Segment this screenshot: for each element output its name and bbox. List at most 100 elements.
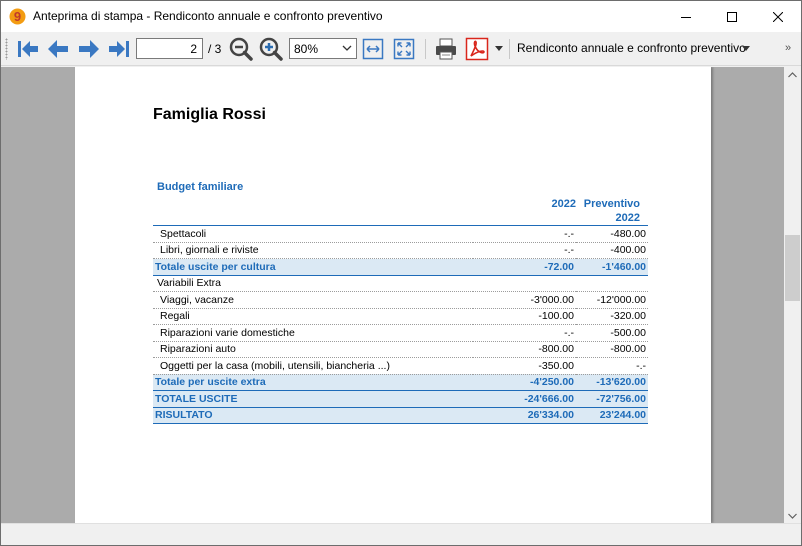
page-total-label: / 3 bbox=[208, 42, 222, 56]
first-page-icon bbox=[18, 41, 38, 57]
next-page-icon bbox=[79, 40, 99, 58]
previous-page-icon bbox=[48, 40, 68, 58]
fit-width-button[interactable] bbox=[360, 36, 386, 62]
toolbar-separator bbox=[425, 39, 426, 59]
toolbar-overflow-button[interactable]: » bbox=[785, 42, 791, 54]
row-description: Totale uscite per cultura bbox=[153, 258, 473, 276]
table-row: Viaggi, vacanze -3'000.00 -12'000.00 bbox=[153, 291, 648, 309]
row-value-budget: -1'460.00 bbox=[576, 258, 648, 276]
row-description: Riparazioni varie domestiche bbox=[153, 324, 473, 342]
zoom-in-icon bbox=[259, 37, 283, 61]
row-description: Viaggi, vacanze bbox=[153, 291, 473, 309]
maximize-button[interactable] bbox=[709, 1, 755, 32]
row-value-budget: 23'244.00 bbox=[576, 407, 648, 424]
table-row: Riparazioni auto -800.00 -800.00 bbox=[153, 341, 648, 358]
table-total-row: Totale per uscite extra -4'250.00 -13'620.… bbox=[153, 374, 648, 391]
report-subtitle: Budget familiare bbox=[157, 181, 244, 193]
zoom-out-icon bbox=[229, 37, 253, 61]
close-button[interactable] bbox=[755, 1, 801, 32]
row-value-2022: -.- bbox=[473, 225, 576, 243]
vertical-scroll-thumb[interactable] bbox=[785, 235, 800, 301]
table-row: Oggetti per la casa (mobili, utensili, b… bbox=[153, 357, 648, 375]
row-value-budget: -800.00 bbox=[576, 341, 648, 358]
preview-area[interactable]: Famiglia Rossi Budget familiare 2022 Pre… bbox=[1, 67, 784, 523]
scroll-down-icon[interactable] bbox=[788, 513, 797, 519]
last-page-button[interactable] bbox=[106, 36, 132, 62]
toolbar-grip[interactable] bbox=[5, 38, 8, 60]
row-value-budget: -12'000.00 bbox=[576, 291, 648, 309]
fit-page-button[interactable] bbox=[391, 36, 417, 62]
print-preview-window: 9 Anteprima di stampa - Rendiconto annua… bbox=[0, 0, 802, 546]
column-header-year: 2022 bbox=[551, 198, 576, 210]
table-total-row: RISULTATO 26'334.00 23'244.00 bbox=[153, 407, 648, 424]
row-description: Oggetti per la casa (mobili, utensili, b… bbox=[153, 357, 473, 375]
row-value-budget: -72'756.00 bbox=[576, 390, 648, 408]
table-total-row: Totale uscite per cultura -72.00 -1'460.00 bbox=[153, 258, 648, 276]
chevron-down-icon bbox=[342, 45, 352, 51]
row-value-budget: -320.00 bbox=[576, 308, 648, 325]
row-value-budget: -13'620.00 bbox=[576, 374, 648, 391]
row-value-budget: -480.00 bbox=[576, 225, 648, 243]
print-button[interactable] bbox=[433, 36, 459, 62]
minimize-button[interactable] bbox=[663, 1, 709, 32]
table-row: Libri, giornali e riviste -.- -400.00 bbox=[153, 242, 648, 259]
pdf-options-chevron-icon[interactable] bbox=[494, 45, 504, 53]
maximize-icon bbox=[727, 11, 737, 22]
report-family-name: Famiglia Rossi bbox=[153, 106, 266, 123]
row-description: Riparazioni auto bbox=[153, 341, 473, 358]
report-table: Spettacoli -.- -480.00 Libri, giornali e ri… bbox=[153, 225, 648, 424]
pdf-export-button[interactable] bbox=[464, 36, 490, 62]
zoom-out-button[interactable] bbox=[228, 36, 254, 62]
toolbar: 2 / 3 80% Rendiconto annuale e confronto… bbox=[1, 32, 801, 66]
column-header-budget-year: 2022 bbox=[615, 212, 640, 224]
previous-page-button[interactable] bbox=[45, 36, 71, 62]
row-description: RISULTATO bbox=[153, 407, 473, 424]
first-page-button[interactable] bbox=[15, 36, 41, 62]
vertical-scrollbar[interactable] bbox=[784, 67, 801, 523]
row-value-budget: -.- bbox=[576, 357, 648, 375]
scroll-up-icon[interactable] bbox=[788, 72, 797, 78]
row-value-2022: 26'334.00 bbox=[473, 407, 576, 424]
zoom-select[interactable]: 80% bbox=[289, 38, 357, 59]
zoom-in-button[interactable] bbox=[258, 36, 284, 62]
printer-icon bbox=[436, 38, 456, 60]
svg-text:9: 9 bbox=[14, 9, 21, 24]
horizontal-scrollbar[interactable] bbox=[1, 523, 801, 545]
row-value-2022: -350.00 bbox=[473, 357, 576, 375]
toolbar-separator bbox=[509, 39, 510, 59]
column-header-budget: Preventivo bbox=[583, 198, 640, 210]
report-select[interactable]: Rendiconto annuale e confronto preventiv… bbox=[517, 41, 746, 55]
row-value-2022: -72.00 bbox=[473, 258, 576, 276]
row-value-budget: -400.00 bbox=[576, 242, 648, 259]
row-value-2022 bbox=[473, 275, 576, 292]
pdf-icon bbox=[465, 37, 489, 61]
row-value-2022: -.- bbox=[473, 324, 576, 342]
report-select-chevron-icon[interactable] bbox=[741, 45, 751, 53]
row-value-2022: -800.00 bbox=[473, 341, 576, 358]
page-number-input[interactable]: 2 bbox=[136, 38, 203, 59]
row-value-2022: -24'666.00 bbox=[473, 390, 576, 408]
minimize-icon bbox=[681, 16, 691, 18]
table-total-row: TOTALE USCITE -24'666.00 -72'756.00 bbox=[153, 390, 648, 408]
last-page-icon bbox=[109, 41, 129, 57]
table-row: Regali -100.00 -320.00 bbox=[153, 308, 648, 325]
row-value-budget: -500.00 bbox=[576, 324, 648, 342]
fit-width-icon bbox=[362, 38, 384, 60]
row-value-2022: -100.00 bbox=[473, 308, 576, 325]
row-description: Regali bbox=[153, 308, 473, 325]
row-description: TOTALE USCITE bbox=[153, 390, 473, 408]
table-group-row: Variabili Extra bbox=[153, 275, 648, 292]
row-description: Variabili Extra bbox=[153, 275, 473, 292]
title-bar: 9 Anteprima di stampa - Rendiconto annua… bbox=[1, 1, 801, 32]
table-row: Riparazioni varie domestiche -.- -500.00 bbox=[153, 324, 648, 342]
row-description: Totale per uscite extra bbox=[153, 374, 473, 391]
preview-page: Famiglia Rossi Budget familiare 2022 Pre… bbox=[75, 67, 711, 523]
app-logo-icon: 9 bbox=[9, 8, 26, 25]
row-value-2022: -4'250.00 bbox=[473, 374, 576, 391]
row-description: Libri, giornali e riviste bbox=[153, 242, 473, 259]
next-page-button[interactable] bbox=[76, 36, 102, 62]
window-title: Anteprima di stampa - Rendiconto annuale… bbox=[33, 9, 383, 23]
zoom-value: 80% bbox=[294, 42, 319, 56]
fit-page-icon bbox=[393, 38, 415, 60]
row-description: Spettacoli bbox=[153, 225, 473, 243]
